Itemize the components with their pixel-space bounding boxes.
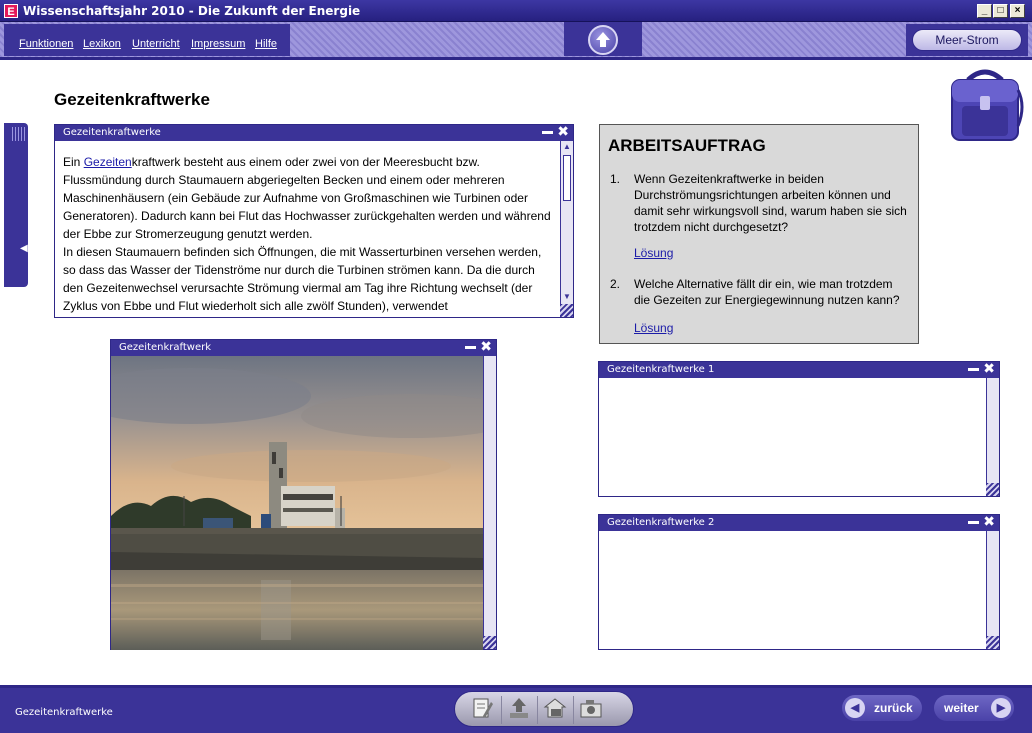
note-panel-header: Gezeitenkraftwerke 1 ✖ xyxy=(599,362,999,378)
para1-text: kraftwerk besteht aus einem oder zwei vo… xyxy=(63,155,551,241)
close-window-button[interactable]: × xyxy=(1010,4,1025,18)
close-icon[interactable]: ✖ xyxy=(480,340,492,355)
text-panel-header: Gezeitenkraftwerke ✖ xyxy=(55,125,573,141)
image-panel-title: Gezeitenkraftwerk xyxy=(119,342,212,353)
note-panel-header: Gezeitenkraftwerke 2 ✖ xyxy=(599,515,999,531)
back-label: zurück xyxy=(874,701,913,715)
menu-impressum[interactable]: Impressum xyxy=(191,38,245,50)
window-titlebar: E Wissenschaftsjahr 2010 - Die Zukunft d… xyxy=(0,0,1032,22)
image-panel-header: Gezeitenkraftwerk ✖ xyxy=(111,340,496,356)
task-title: ARBEITSAUFTRAG xyxy=(608,136,766,155)
text-panel-body: Ein Gezeitenkraftwerk besteht aus einem … xyxy=(63,153,553,313)
note-panel-1: Gezeitenkraftwerke 1 ✖ xyxy=(598,361,1000,497)
scroll-up-icon[interactable]: ▲ xyxy=(563,142,571,151)
text-panel: Gezeitenkraftwerke ✖ Ein Gezeitenkraftwe… xyxy=(54,124,574,318)
up-arrow-icon[interactable] xyxy=(588,25,618,55)
bottom-bar: Gezeitenkraftwerke ◀ zurück weiter ▶ xyxy=(0,685,1032,733)
house-camera-icon[interactable] xyxy=(537,696,571,724)
menu-unterricht[interactable]: Unterricht xyxy=(132,38,180,50)
scroll-thumb[interactable] xyxy=(563,155,571,201)
menu-lexikon[interactable]: Lexikon xyxy=(83,38,121,50)
close-icon[interactable]: ✖ xyxy=(983,362,995,377)
page-title: Gezeitenkraftwerke xyxy=(54,90,210,109)
window-title: Wissenschaftsjahr 2010 - Die Zukunft der… xyxy=(23,4,361,18)
note-input-1[interactable] xyxy=(599,378,986,496)
main-menu: Funktionen Lexikon Unterricht Impressum … xyxy=(4,24,290,56)
close-icon[interactable]: ✖ xyxy=(557,125,569,140)
task-question: Welche Alternative fällt dir ein, wie ma… xyxy=(634,277,900,307)
note-panel-title: Gezeitenkraftwerke 1 xyxy=(607,364,715,375)
minimize-icon[interactable] xyxy=(968,521,979,524)
task-question: Wenn Gezeitenkraftwerke in beiden Durchs… xyxy=(634,172,907,234)
para2-text: In diesen Staumauern befinden sich Öffnu… xyxy=(63,245,542,313)
meer-strom-button[interactable]: Meer-Strom xyxy=(912,29,1022,51)
menu-hilfe[interactable]: Hilfe xyxy=(255,38,277,50)
chevron-left-icon: ◀ xyxy=(845,698,865,718)
chevron-right-icon: ▶ xyxy=(991,698,1011,718)
next-button[interactable]: weiter ▶ xyxy=(934,695,1014,721)
schoolbag-icon[interactable] xyxy=(946,66,1024,142)
minimize-icon[interactable] xyxy=(465,346,476,349)
maximize-button[interactable]: □ xyxy=(993,4,1008,18)
note-input-2[interactable] xyxy=(599,531,986,649)
chevron-left-icon[interactable]: ◀ xyxy=(20,243,28,254)
camera-icon[interactable] xyxy=(573,696,607,724)
resize-handle[interactable] xyxy=(986,636,999,649)
resize-handle[interactable] xyxy=(560,304,573,317)
back-button[interactable]: ◀ zurück xyxy=(842,695,922,721)
note-scrollbar[interactable] xyxy=(986,378,999,496)
para1-prefix: Ein xyxy=(63,155,84,169)
resize-handle[interactable] xyxy=(483,636,496,649)
text-scrollbar[interactable]: ▲ ▼ xyxy=(560,141,573,317)
solution-link-1[interactable]: Lösung xyxy=(634,246,673,260)
note-panel-2: Gezeitenkraftwerke 2 ✖ xyxy=(598,514,1000,650)
image-panel: Gezeitenkraftwerk ✖ xyxy=(110,339,497,650)
text-panel-title: Gezeitenkraftwerke xyxy=(63,127,161,138)
menu-bar: Funktionen Lexikon Unterricht Impressum … xyxy=(0,22,1032,60)
tool-group xyxy=(454,691,634,727)
gezeiten-link[interactable]: Gezeiten xyxy=(84,155,132,169)
scroll-down-icon[interactable]: ▼ xyxy=(563,292,571,301)
minimize-icon[interactable] xyxy=(968,368,979,371)
task-number: 2. xyxy=(610,277,621,291)
side-drawer-tab[interactable]: ◀ xyxy=(4,123,28,287)
image-scrollbar[interactable] xyxy=(483,356,496,649)
up-navigation xyxy=(564,22,642,56)
task-box: ARBEITSAUFTRAG 1. Wenn Gezeitenkraftwerk… xyxy=(599,124,919,344)
next-label: weiter xyxy=(944,701,979,715)
upload-icon[interactable] xyxy=(501,696,535,724)
task-number: 1. xyxy=(610,172,621,186)
menu-funktionen[interactable]: Funktionen xyxy=(19,38,73,50)
note-panel-title: Gezeitenkraftwerke 2 xyxy=(607,517,715,528)
note-scrollbar[interactable] xyxy=(986,531,999,649)
notepad-icon[interactable] xyxy=(465,696,499,724)
minimize-button[interactable]: _ xyxy=(977,4,992,18)
app-icon: E xyxy=(4,4,18,18)
topic-panel: Meer-Strom xyxy=(906,24,1028,56)
status-label: Gezeitenkraftwerke xyxy=(15,707,113,718)
solution-link-2[interactable]: Lösung xyxy=(634,321,673,335)
minimize-icon[interactable] xyxy=(542,131,553,134)
grip-icon xyxy=(12,127,26,141)
close-icon[interactable]: ✖ xyxy=(983,515,995,530)
resize-handle[interactable] xyxy=(986,483,999,496)
tidal-power-plant-photo xyxy=(111,356,483,650)
